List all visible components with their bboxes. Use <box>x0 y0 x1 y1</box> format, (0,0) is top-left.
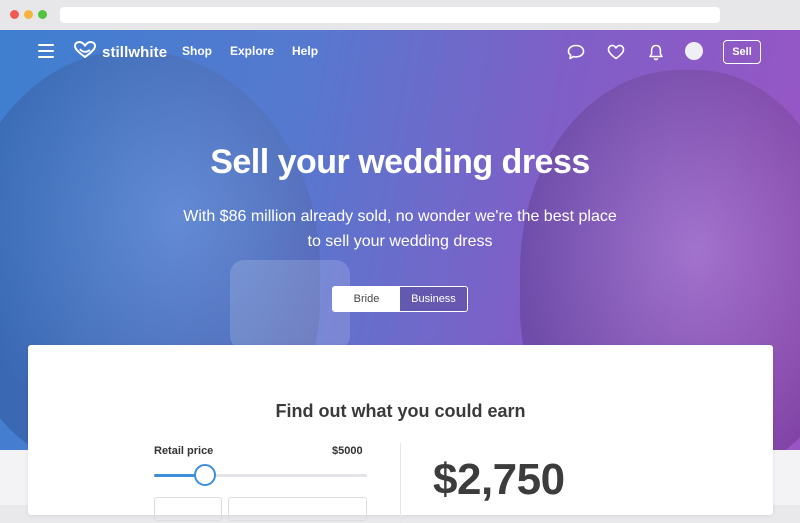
retail-price-value: $5000 <box>332 445 363 457</box>
page-title: Sell your wedding dress <box>210 143 590 181</box>
nav-icons <box>566 42 666 62</box>
bell-icon[interactable] <box>646 42 666 62</box>
toggle-option-business[interactable]: Business <box>400 287 467 311</box>
top-nav: stillwhite Shop Explore Help Sell <box>0 30 800 74</box>
card-divider <box>400 443 401 523</box>
nav-links: Shop Explore Help <box>182 44 318 58</box>
heart-logo-icon <box>73 40 97 63</box>
designer-select[interactable] <box>228 497 367 521</box>
condition-select[interactable] <box>154 497 222 521</box>
minimize-window-dot[interactable] <box>24 10 33 19</box>
maximize-window-dot[interactable] <box>38 10 47 19</box>
sell-button[interactable]: Sell <box>723 40 761 64</box>
chat-icon[interactable] <box>566 42 586 62</box>
nav-link-explore[interactable]: Explore <box>230 44 274 58</box>
brand-logo[interactable]: stillwhite <box>73 40 168 63</box>
seller-type-toggle: Bride Business <box>332 286 468 312</box>
retail-price-slider-thumb[interactable] <box>194 464 216 486</box>
estimated-earnings: $2,750 <box>433 455 565 504</box>
hero-subtitle: With $86 million already sold, no wonder… <box>183 208 617 250</box>
brand-name: stillwhite <box>102 43 168 61</box>
close-window-dot[interactable] <box>10 10 19 19</box>
avatar[interactable] <box>685 42 703 60</box>
earnings-calculator-card: Find out what you could earn Retail pric… <box>28 345 773 523</box>
retail-price-slider-track[interactable] <box>154 474 367 477</box>
toggle-option-bride[interactable]: Bride <box>333 287 400 311</box>
retail-price-label: Retail price <box>154 445 214 457</box>
nav-link-help[interactable]: Help <box>292 44 318 58</box>
address-bar[interactable] <box>60 7 720 23</box>
nav-link-shop[interactable]: Shop <box>182 44 212 58</box>
browser-chrome <box>0 0 800 30</box>
heart-icon[interactable] <box>606 42 626 62</box>
menu-icon[interactable] <box>38 44 54 58</box>
calculator-title: Find out what you could earn <box>275 401 526 421</box>
